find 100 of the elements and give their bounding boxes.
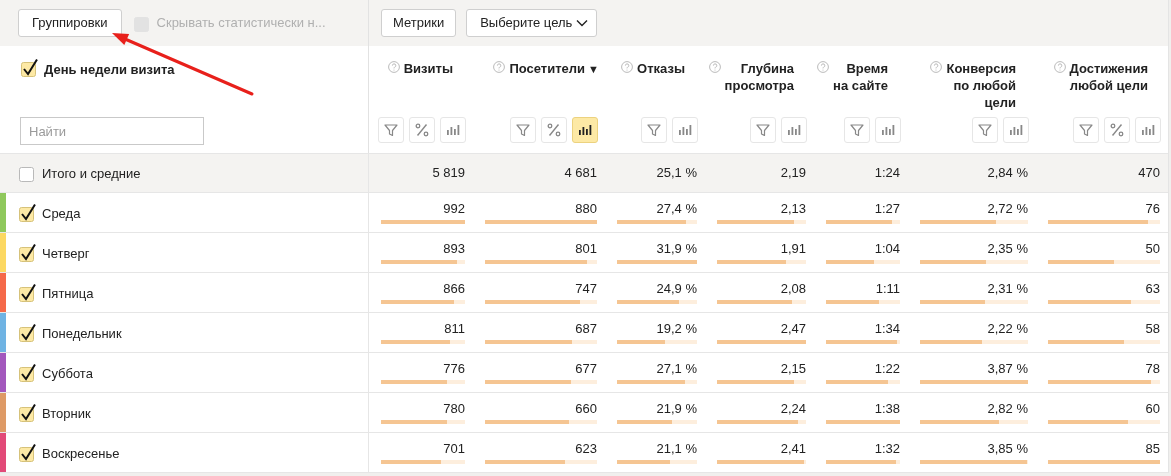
table-cell-text: 780 — [442, 401, 465, 417]
filter-icon — [1077, 121, 1095, 139]
table-cell-text: 801 — [574, 241, 597, 257]
filter-icon — [754, 121, 772, 139]
filter-tool-button[interactable] — [641, 117, 667, 143]
table-cell-text: 2,08 — [779, 281, 806, 297]
table-cell-text: 21,1 % — [655, 441, 697, 457]
filter-icon — [976, 121, 994, 139]
table-cell-text: 27,4 % — [655, 201, 697, 217]
filter-tool-button[interactable] — [1073, 117, 1099, 143]
checkbox[interactable] — [18, 322, 38, 343]
table-cell-text: 31,9 % — [655, 241, 697, 257]
table-cell-text: 1:38 — [873, 401, 900, 417]
filter-tool-button[interactable] — [844, 117, 870, 143]
row-label[interactable]: Среда — [42, 201, 81, 224]
table-cell-text: 2,72 % — [986, 201, 1028, 217]
row-label[interactable]: Четверг — [42, 241, 90, 264]
table-cell-text: 992 — [442, 201, 465, 217]
percent-tool-button[interactable] — [541, 117, 567, 143]
row-label[interactable]: Понедельник — [42, 321, 122, 344]
table-cell-text: 2,41 — [779, 441, 806, 457]
table-cell-text: 25,1 % — [656, 164, 697, 183]
search-field[interactable]: Найти — [20, 117, 204, 145]
checkbox[interactable] — [18, 282, 38, 303]
table-cell-text: 76 — [1144, 201, 1160, 217]
table-cell-text: 78 — [1144, 361, 1160, 377]
table-cell-text: 2,35 % — [986, 241, 1028, 257]
table-cell-text: 660 — [574, 401, 597, 417]
table-cell-text: 63 — [1144, 281, 1160, 297]
percent-tool-button[interactable] — [1104, 117, 1130, 143]
table-cell-text: 85 — [1144, 441, 1160, 457]
metrics-button[interactable]: Метрики — [381, 9, 457, 37]
table-cell-text: 701 — [442, 441, 465, 457]
table-cell-text: 4 681 — [564, 164, 597, 183]
hide-insignificant-label: Скрывать статистически н... — [156, 14, 326, 33]
chart-tool-button[interactable] — [572, 117, 598, 143]
filter-icon — [848, 121, 866, 139]
table-cell-text: 2,19 — [780, 164, 806, 183]
table-cell-text: 1:22 — [873, 361, 900, 377]
percent-icon — [545, 121, 563, 139]
column-header[interactable]: Визиты — [403, 60, 453, 77]
table-cell-text: 58 — [1144, 321, 1160, 337]
table-cell-text: 1:24 — [874, 164, 900, 183]
column-header[interactable]: Посетители — [509, 60, 585, 77]
table-cell-text: 677 — [574, 361, 597, 377]
row-label[interactable]: Воскресенье — [42, 441, 120, 464]
checkbox[interactable] — [20, 58, 40, 78]
column-header[interactable]: Время на сайте — [833, 60, 888, 94]
filter-tool-button[interactable] — [510, 117, 536, 143]
table-cell-text: 2,24 — [779, 401, 806, 417]
checkbox[interactable] — [18, 202, 38, 223]
goal-select[interactable]: Выберите цель — [466, 9, 598, 37]
filter-icon — [514, 121, 532, 139]
table-cell-text: 2,82 % — [986, 401, 1028, 417]
percent-icon — [413, 121, 431, 139]
percent-icon — [1108, 121, 1126, 139]
table-cell-text: 2,47 — [779, 321, 806, 337]
dimension-header: День недели визита — [44, 61, 175, 79]
filter-icon — [645, 121, 663, 139]
sort-indicator: ▼ — [587, 62, 598, 77]
table-cell-text: 1:04 — [873, 241, 900, 257]
table-cell-text: 776 — [442, 361, 465, 377]
table-cell-text: 1,91 — [779, 241, 806, 257]
table-cell-text: 5 819 — [432, 164, 465, 183]
chevron-down-icon — [576, 19, 589, 27]
table-cell-text: 1:32 — [873, 441, 900, 457]
table-cell-text: 50 — [1144, 241, 1160, 257]
table-cell-text: 3,87 % — [986, 361, 1028, 377]
groupings-button[interactable]: Группировки — [18, 9, 122, 37]
table-cell-text: 24,9 % — [655, 281, 697, 297]
totals-label: Итого и средние — [42, 165, 141, 184]
row-label[interactable]: Суббота — [42, 361, 93, 384]
row-label[interactable]: Пятница — [42, 281, 94, 304]
table-cell-text: 747 — [574, 281, 597, 297]
checkbox[interactable] — [18, 242, 38, 263]
table-cell-text: 27,1 % — [655, 361, 697, 377]
checkbox[interactable] — [18, 402, 38, 423]
table-cell-text: 2,15 — [779, 361, 806, 377]
table-cell-text: 623 — [574, 441, 597, 457]
column-header[interactable]: Глубина просмотра — [724, 60, 794, 94]
table-cell-text: 866 — [442, 281, 465, 297]
column-header[interactable]: Отказы — [637, 60, 685, 77]
row-label[interactable]: Вторник — [42, 401, 91, 424]
table-cell-text: 2,84 % — [987, 164, 1028, 183]
table-cell-text: 19,2 % — [655, 321, 697, 337]
column-header[interactable]: Достижения любой цели — [1069, 60, 1148, 94]
table-cell-text: 880 — [574, 201, 597, 217]
table-cell-text: 21,9 % — [655, 401, 697, 417]
percent-tool-button[interactable] — [409, 117, 435, 143]
table-cell-text: 60 — [1144, 401, 1160, 417]
filter-tool-button[interactable] — [378, 117, 404, 143]
column-header[interactable]: Конверсия по любой цели — [946, 60, 1016, 111]
table-cell-text: 687 — [574, 321, 597, 337]
checkbox[interactable] — [18, 362, 38, 383]
checkbox[interactable] — [18, 442, 38, 463]
table-cell-text: 1:27 — [873, 201, 900, 217]
table-cell-text: 2,31 % — [986, 281, 1028, 297]
table-cell-text: 3,85 % — [986, 441, 1028, 457]
filter-tool-button[interactable] — [972, 117, 998, 143]
filter-tool-button[interactable] — [750, 117, 776, 143]
